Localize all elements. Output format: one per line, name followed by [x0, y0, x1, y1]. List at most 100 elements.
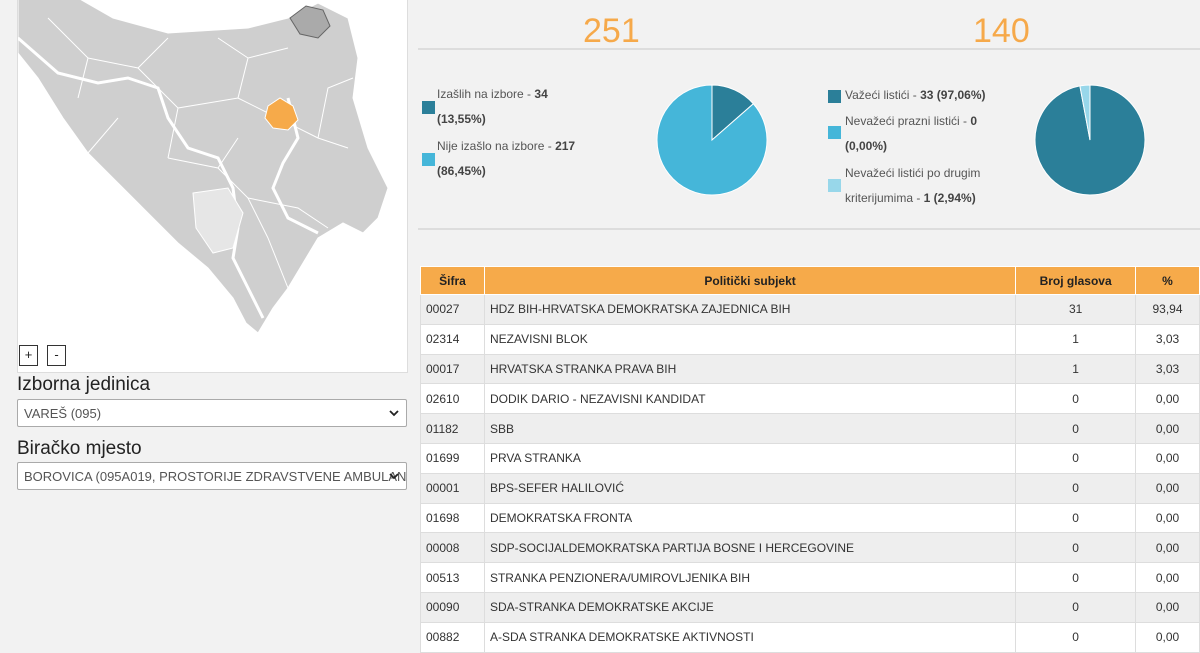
- cell-code: 00001: [420, 472, 485, 504]
- cell-party: DODIK DARIO - NEZAVISNI KANDIDAT: [483, 383, 1017, 415]
- cell-percent: 0,00: [1135, 621, 1200, 653]
- other-invalid-label-2: kriterijumima -: [845, 191, 924, 205]
- other-invalid-value: 1 (2,94%): [923, 191, 976, 205]
- cell-votes: 0: [1015, 562, 1137, 593]
- cell-votes: 0: [1015, 502, 1137, 534]
- map-container[interactable]: + -: [17, 0, 408, 373]
- cell-votes: 0: [1015, 442, 1137, 474]
- cell-party: HDZ BIH-HRVATSKA DEMOKRATSKA ZAJEDNICA B…: [483, 294, 1017, 325]
- table-row: 02314 NEZAVISNI BLOK 1 3,03: [420, 323, 1200, 355]
- cell-percent: 0,00: [1135, 502, 1200, 534]
- cell-percent: 3,03: [1135, 353, 1200, 385]
- notvoted-pct: (86,45%): [437, 164, 486, 178]
- polling-station-select[interactable]: BOROVICA (095A019, PROSTORIJE ZDRAVSTVEN…: [17, 462, 407, 490]
- cell-party: BPS-SEFER HALILOVIĆ: [483, 472, 1017, 504]
- left-panel: + - Izborna jedinica VAREŠ (095) Biračko…: [0, 0, 410, 651]
- cell-votes: 31: [1015, 294, 1137, 325]
- turnout-pie-chart: [656, 84, 768, 196]
- valid-swatch: [828, 90, 841, 103]
- voted-label: Izašlih na izbore -: [437, 87, 535, 101]
- table-row: 00027 HDZ BIH-HRVATSKA DEMOKRATSKA ZAJEDN…: [420, 294, 1200, 325]
- cell-votes: 1: [1015, 323, 1137, 355]
- municipality-map[interactable]: [18, 0, 409, 373]
- header-code[interactable]: Šifra: [420, 266, 485, 295]
- table-header-row: Šifra Politički subjekt Broj glasova %: [420, 266, 1200, 295]
- cell-code: 02610: [420, 383, 485, 415]
- table-row: 00008 SDP-SOCIJALDEMOKRATSKA PARTIJA BOSN…: [420, 532, 1200, 564]
- cell-percent: 0,00: [1135, 591, 1200, 623]
- header-party[interactable]: Politički subjekt: [483, 266, 1017, 295]
- cell-party: HRVATSKA STRANKA PRAVA BIH: [483, 353, 1017, 385]
- chevron-down-icon: [389, 410, 399, 417]
- table-row: 02610 DODIK DARIO - NEZAVISNI KANDIDAT 0 0,…: [420, 383, 1200, 415]
- notvoted-legend: Nije izašlo na izbore - 217 (86,45%): [437, 134, 575, 184]
- cell-votes: 0: [1015, 413, 1137, 444]
- pie-panel: Izašlih na izbore - 34 (13,55%) Nije iza…: [418, 74, 1200, 230]
- blank-legend: Nevažeći prazni listići - 0 (0,00%): [845, 109, 977, 159]
- cell-votes: 0: [1015, 591, 1137, 623]
- table-row: 01698 DEMOKRATSKA FRONTA 0 0,00: [420, 502, 1200, 534]
- cell-code: 00008: [420, 532, 485, 564]
- table-row: 00090 SDA-STRANKA DEMOKRATSKE AKCIJE 0 0,00: [420, 591, 1200, 623]
- cell-percent: 0,00: [1135, 442, 1200, 474]
- polling-station-select-value: BOROVICA (095A019, PROSTORIJE ZDRAVSTVEN…: [24, 469, 407, 484]
- cell-votes: 0: [1015, 621, 1137, 653]
- notvoted-count: 217: [555, 139, 576, 153]
- constituency-select-value: VAREŠ (095): [24, 406, 102, 421]
- polling-station-label: Biračko mjesto: [17, 438, 142, 459]
- table-row: 00017 HRVATSKA STRANKA PRAVA BIH 1 3,03: [420, 353, 1200, 385]
- cell-code: 01182: [420, 413, 485, 444]
- cell-percent: 93,94: [1135, 294, 1200, 325]
- zoom-in-button[interactable]: +: [19, 345, 38, 366]
- ballots-pie-chart: [1034, 84, 1146, 196]
- results-panel: 251 140 Izašlih na izbore - 34 (13,55%) …: [418, 0, 1200, 653]
- voted-count: 34: [534, 87, 548, 101]
- cell-code: 00017: [420, 353, 485, 385]
- constituency-select[interactable]: VAREŠ (095): [17, 399, 407, 427]
- cell-party: SDP-SOCIJALDEMOKRATSKA PARTIJA BOSNE I H…: [483, 532, 1017, 564]
- results-table: Šifra Politički subjekt Broj glasova % 0…: [420, 266, 1200, 653]
- blank-swatch: [828, 126, 841, 139]
- cell-percent: 3,03: [1135, 323, 1200, 355]
- cell-votes: 1: [1015, 353, 1137, 385]
- table-row: 00513 STRANKA PENZIONERA/UMIROVLJENIKA BI…: [420, 562, 1200, 593]
- stats-strip: 251 140: [418, 0, 1200, 50]
- cell-percent: 0,00: [1135, 562, 1200, 593]
- registered-voters-count: 251: [583, 12, 640, 50]
- valid-label: Važeći listići -: [845, 88, 921, 102]
- cell-party: DEMOKRATSKA FRONTA: [483, 502, 1017, 534]
- table-row: 01182 SBB 0 0,00: [420, 413, 1200, 444]
- blank-pct: (0,00%): [845, 139, 888, 153]
- notvoted-swatch: [422, 153, 435, 166]
- voted-swatch: [422, 101, 435, 114]
- cell-votes: 0: [1015, 532, 1137, 564]
- blank-count: 0: [970, 114, 978, 128]
- cell-party: PRVA STRANKA: [483, 442, 1017, 474]
- other-invalid-label-1: Nevažeći listići po drugim: [845, 166, 981, 180]
- cell-votes: 0: [1015, 383, 1137, 415]
- valid-legend: Važeći listići - 33 (97,06%): [845, 83, 986, 108]
- notvoted-label: Nije izašlo na izbore -: [437, 139, 556, 153]
- table-row: 00882 A-SDA STRANKA DEMOKRATSKE AKTIVNOST…: [420, 621, 1200, 653]
- table-row: 00001 BPS-SEFER HALILOVIĆ 0 0,00: [420, 472, 1200, 504]
- cell-percent: 0,00: [1135, 383, 1200, 415]
- cell-party: A-SDA STRANKA DEMOKRATSKE AKTIVNOSTI: [483, 621, 1017, 653]
- cell-code: 01698: [420, 502, 485, 534]
- header-percent[interactable]: %: [1135, 266, 1200, 295]
- cell-party: STRANKA PENZIONERA/UMIROVLJENIKA BIH: [483, 562, 1017, 593]
- other-invalid-swatch: [828, 179, 841, 192]
- voted-legend: Izašlih na izbore - 34 (13,55%): [437, 82, 548, 132]
- cell-percent: 0,00: [1135, 532, 1200, 564]
- cell-code: 00513: [420, 562, 485, 593]
- cell-code: 01699: [420, 442, 485, 474]
- voted-pct: (13,55%): [437, 112, 486, 126]
- ballots-count: 140: [973, 12, 1030, 50]
- header-votes[interactable]: Broj glasova: [1015, 266, 1137, 295]
- cell-percent: 0,00: [1135, 472, 1200, 504]
- other-invalid-legend: Nevažeći listići po drugim kriterijumima…: [845, 161, 980, 211]
- cell-party: SBB: [483, 413, 1017, 444]
- cell-votes: 0: [1015, 472, 1137, 504]
- cell-code: 02314: [420, 323, 485, 355]
- cell-code: 00027: [420, 294, 485, 325]
- zoom-out-button[interactable]: -: [47, 345, 66, 366]
